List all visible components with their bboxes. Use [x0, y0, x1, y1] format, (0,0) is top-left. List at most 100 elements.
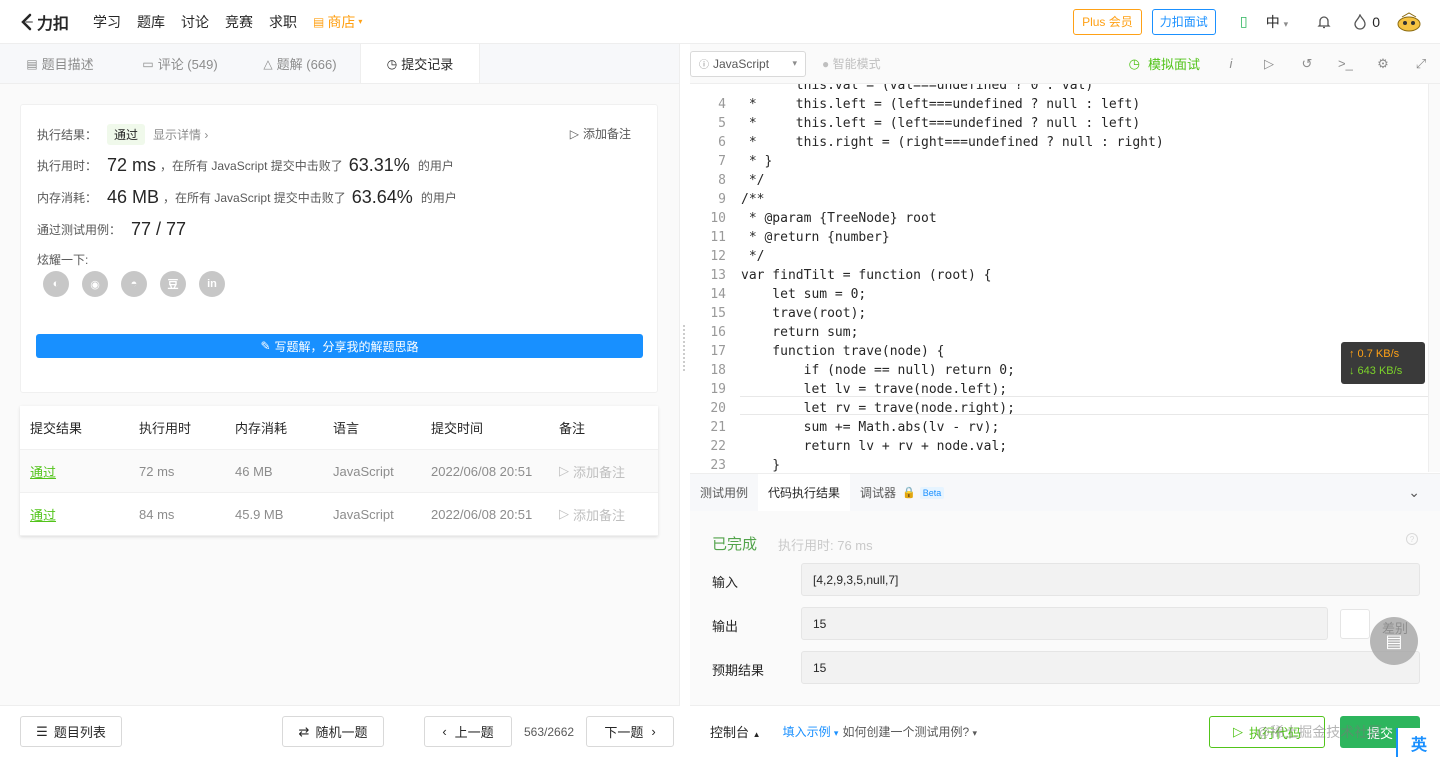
tab-description[interactable]: ▤ 题目描述	[0, 44, 120, 83]
table-row[interactable]: 通过 84 ms 45.9 MB JavaScript 2022/06/08 2…	[20, 493, 658, 536]
code-line[interactable]: 14 let sum = 0;	[690, 285, 866, 304]
add-note-button[interactable]: ▷ 添加备注	[570, 125, 631, 142]
linkedin-icon[interactable]: in	[199, 271, 225, 297]
fill-example-button[interactable]: 填入示例 ▾	[783, 723, 839, 740]
plus-member-button[interactable]: Plus 会员	[1073, 8, 1142, 35]
next-label: 下一题	[604, 725, 644, 740]
show-detail-link[interactable]: 显示详情 ›	[153, 126, 208, 143]
runtime-row: 执行用时： 72 ms ，在所有 JavaScript 提交中击败了 63.31…	[37, 155, 454, 176]
tab-label: 评论 (549)	[157, 57, 218, 72]
language-cell: JavaScript	[333, 463, 394, 479]
code-line[interactable]: 13 var findTilt = function (root) {	[690, 266, 991, 285]
nav-item-discuss[interactable]: 讨论	[181, 12, 209, 32]
chevron-left-icon: ‹	[442, 724, 447, 739]
language-select[interactable]: 中 ▾	[1266, 12, 1288, 32]
terminal-icon[interactable]: >_	[1338, 56, 1353, 71]
users-label: 的用户	[420, 191, 457, 205]
tab-comments[interactable]: ▭ 评论 (549)	[120, 44, 240, 83]
ime-indicator[interactable]: 英	[1396, 728, 1440, 757]
console-toggle-button[interactable]: 控制台 ▲	[710, 722, 761, 741]
smart-mode-toggle[interactable]: ● 智能模式	[822, 55, 881, 72]
reset-icon[interactable]: ↺	[1300, 56, 1314, 72]
douban-icon[interactable]: 豆	[160, 271, 186, 297]
code-line[interactable]: this.val = (val===undefined ? 0 : val)	[690, 84, 1093, 95]
left-panel: ▤ 题目描述 ▭ 评论 (549) △ 题解 (666) ◷ 提交记录 执行结果： 通过…	[0, 44, 680, 705]
problem-list-label: 题目列表	[53, 725, 106, 740]
console-panel: 已完成 执行用时: 76 ms ? 输入 [4,2,9,3,5,null,7] …	[690, 511, 1440, 705]
howto-link[interactable]: 如何创建一个测试用例? ▾	[842, 723, 977, 740]
nav-item-contest[interactable]: 竞赛	[225, 12, 253, 32]
avatar[interactable]	[1396, 11, 1422, 33]
tab-run-result[interactable]: 代码执行结果	[758, 473, 851, 512]
random-problem-button[interactable]: ⇄ 随机一题	[282, 716, 384, 747]
chevron-down-icon[interactable]: ⌄	[1408, 484, 1420, 501]
code-line[interactable]: 5 * this.left = (left===undefined ? null…	[690, 114, 1140, 133]
add-note-button[interactable]: ▷ 添加备注	[549, 505, 658, 524]
code-line[interactable]: 6 * this.right = (right===undefined ? nu…	[690, 133, 1163, 152]
nav-item-store[interactable]: ▤ 商店 ▾	[313, 12, 362, 32]
code-line[interactable]: 19 let lv = trave(node.left);	[690, 380, 1007, 399]
code-line[interactable]: 16 return sum;	[690, 323, 858, 342]
shuffle-icon: ⇄	[298, 723, 310, 739]
line-number: 18	[710, 363, 726, 378]
nav-item-problems[interactable]: 题库	[137, 12, 165, 32]
fullscreen-icon[interactable]: ⤢	[1414, 56, 1428, 72]
smart-mode-label: 智能模式	[832, 57, 881, 71]
table-row[interactable]: 通过 72 ms 46 MB JavaScript 2022/06/08 20:…	[20, 450, 658, 493]
memory-label: 内存消耗：	[37, 191, 98, 205]
code-line[interactable]: 15 trave(root);	[690, 304, 866, 323]
code-editor[interactable]: this.val = (val===undefined ? 0 : val) 4 …	[690, 84, 1428, 472]
result-link[interactable]: 通过	[20, 505, 129, 524]
panel-resize-handle[interactable]	[683, 325, 686, 371]
write-solution-button[interactable]: ✎ 写题解，分享我的解题思路	[36, 334, 643, 358]
interview-button[interactable]: 力扣面试	[1151, 8, 1216, 35]
qq-icon[interactable]: ◓	[121, 271, 147, 297]
code-line[interactable]: 7 * }	[690, 152, 772, 171]
weibo-icon[interactable]: ◉	[82, 271, 108, 297]
wechat-icon[interactable]: ◐	[43, 271, 69, 297]
tab-debugger[interactable]: 调试器 🔒 Beta	[850, 474, 954, 512]
bell-icon[interactable]	[1316, 14, 1332, 30]
flag-icon[interactable]: ▷	[1262, 56, 1276, 72]
share-icons: ◐ ◉ ◓ 豆 in	[43, 271, 238, 297]
code-line[interactable]: 18 if (node == null) return 0;	[690, 361, 1015, 380]
code-line[interactable]: 10 * @param {TreeNode} root	[690, 209, 936, 228]
mock-interview-button[interactable]: ◷ 模拟面试	[1129, 54, 1200, 73]
code-line[interactable]: 21 sum += Math.abs(lv - rv);	[690, 418, 999, 437]
settings-icon[interactable]: ⚙	[1376, 56, 1390, 72]
diff-toggle[interactable]	[1340, 609, 1370, 639]
tab-submissions[interactable]: ◷ 提交记录	[360, 44, 480, 83]
line-number: 9	[718, 192, 726, 207]
help-icon[interactable]: ?	[1406, 533, 1418, 545]
code-line[interactable]: 23 }	[690, 456, 780, 472]
notebook-icon[interactable]: ▤	[1370, 617, 1418, 665]
nav-item-learn[interactable]: 学习	[93, 12, 121, 32]
editor-scrollbar[interactable]	[1428, 84, 1440, 472]
nav-item-jobs[interactable]: 求职	[269, 12, 297, 32]
tab-solutions[interactable]: △ 题解 (666)	[240, 44, 360, 83]
code-line[interactable]: 22 return lv + rv + node.val;	[690, 437, 1007, 456]
code-line[interactable]: 17 function trave(node) {	[690, 342, 944, 361]
code-line[interactable]: 9 /**	[690, 190, 764, 209]
code-text: return sum;	[741, 325, 859, 340]
add-note-button[interactable]: ▷ 添加备注	[549, 462, 658, 481]
logo[interactable]: 力扣	[20, 10, 69, 34]
problem-list-button[interactable]: ☰ 题目列表	[20, 716, 122, 747]
tab-testcase[interactable]: 测试用例	[690, 474, 758, 512]
run-status: 已完成	[712, 536, 758, 553]
info-icon[interactable]: i	[1224, 56, 1238, 71]
code-text: if (node == null) return 0;	[741, 363, 1015, 378]
time-cell: 2022/06/08 20:51	[431, 463, 533, 479]
next-problem-button[interactable]: 下一题 ›	[586, 716, 675, 747]
phone-icon[interactable]: ▯	[1236, 13, 1252, 30]
code-line[interactable]: 4 * this.left = (left===undefined ? null…	[690, 95, 1140, 114]
flame-icon[interactable]	[1352, 13, 1368, 30]
code-line[interactable]: 12 */	[690, 247, 764, 266]
result-link[interactable]: 通过	[20, 462, 129, 481]
code-text: * @return {number}	[741, 230, 890, 245]
prev-problem-button[interactable]: ‹ 上一题	[424, 716, 512, 747]
code-line[interactable]: 8 */	[690, 171, 764, 190]
code-line[interactable]: 20 let rv = trave(node.right);	[690, 399, 1015, 418]
code-line[interactable]: 11 * @return {number}	[690, 228, 890, 247]
language-select[interactable]: ⓘ JavaScript ▾	[690, 50, 806, 77]
